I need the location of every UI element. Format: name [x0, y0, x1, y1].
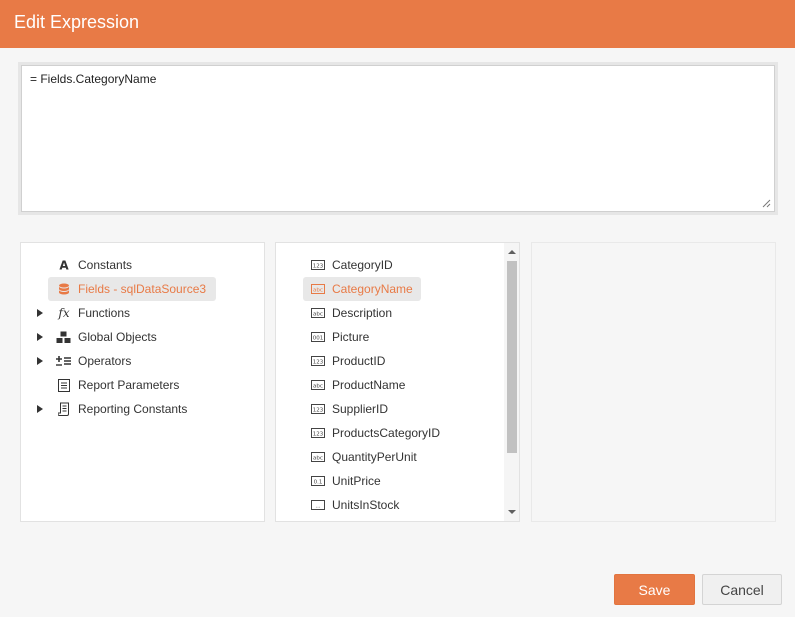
field-label: UnitsInStock — [332, 498, 400, 512]
fields-scrollbar[interactable] — [504, 243, 519, 521]
expand-arrow-icon[interactable] — [35, 397, 45, 421]
cancel-button[interactable]: Cancel — [702, 574, 782, 605]
svg-text:123: 123 — [313, 431, 324, 437]
tree-node-constants[interactable]: A Constants — [48, 253, 142, 277]
scrollbar-thumb[interactable] — [507, 261, 517, 453]
svg-text:001: 001 — [313, 335, 324, 341]
save-button[interactable]: Save — [614, 574, 695, 605]
field-label: ProductName — [332, 378, 406, 392]
cubes-icon — [56, 329, 72, 345]
field-node[interactable]: 123 ProductsCategoryID — [303, 421, 448, 445]
tree-item-label: Operators — [78, 354, 132, 368]
svg-text:...: ... — [315, 503, 320, 509]
operators-icon — [56, 353, 72, 369]
tree-node-report-parameters[interactable]: Report Parameters — [48, 373, 189, 397]
field-label: SupplierID — [332, 402, 389, 416]
binary-type-icon: 001 — [311, 332, 325, 342]
field-label: ProductsCategoryID — [332, 426, 441, 440]
dialog-title: Edit Expression — [14, 12, 140, 32]
svg-text:A: A — [59, 259, 69, 271]
svg-text:123: 123 — [313, 407, 324, 413]
svg-text:abc: abc — [313, 311, 323, 317]
text-type-icon: abc — [311, 284, 325, 294]
svg-text:abc: abc — [313, 383, 323, 389]
text-type-icon: abc — [311, 380, 325, 390]
expand-arrow-icon[interactable] — [35, 301, 45, 325]
tree-item-label: Global Objects — [78, 330, 157, 344]
tree-item-label: Constants — [78, 258, 133, 272]
field-label: Picture — [332, 330, 370, 344]
field-label: UnitPrice — [332, 474, 381, 488]
field-node[interactable]: 0.1 UnitPrice — [303, 469, 389, 493]
tree-node-global-objects[interactable]: Global Objects — [48, 325, 167, 349]
field-label: Description — [332, 306, 393, 320]
fx-icon: fx — [56, 305, 72, 321]
decimal-type-icon: 0.1 — [311, 476, 325, 486]
number-type-icon: 123 — [311, 260, 325, 270]
svg-text:abc: abc — [313, 287, 323, 293]
letter-a-icon: A — [56, 257, 72, 273]
tree-item-label: Fields - sqlDataSource3 — [78, 282, 207, 296]
description-panel — [531, 242, 776, 522]
field-node[interactable]: 123 ProductID — [303, 349, 393, 373]
tree-node-reporting-constants[interactable]: Reporting Constants — [48, 397, 197, 421]
scroll-up-arrow-icon[interactable] — [507, 247, 517, 257]
field-label: CategoryName — [332, 282, 413, 296]
expression-input[interactable]: = Fields.CategoryName — [21, 65, 775, 212]
number-type-icon: 123 — [311, 356, 325, 366]
dialog-titlebar: Edit Expression — [0, 0, 795, 48]
expand-arrow-icon[interactable] — [35, 325, 45, 349]
text-type-icon: abc — [311, 308, 325, 318]
field-node[interactable]: abc ProductName — [303, 373, 413, 397]
field-label: CategoryID — [332, 258, 393, 272]
number-type-icon: 123 — [311, 428, 325, 438]
other-type-icon: ... — [311, 500, 325, 510]
svg-text:abc: abc — [313, 455, 323, 461]
field-node[interactable]: abc CategoryName — [303, 277, 421, 301]
resize-grip-icon[interactable] — [762, 199, 771, 208]
text-type-icon: abc — [311, 452, 325, 462]
field-node[interactable]: abc QuantityPerUnit — [303, 445, 425, 469]
tree-item-label: Report Parameters — [78, 378, 180, 392]
expand-arrow-icon[interactable] — [35, 349, 45, 373]
field-node[interactable]: ... UnitsInStock — [303, 493, 407, 517]
tree-item-label: Functions — [78, 306, 131, 320]
field-node[interactable]: 123 CategoryID — [303, 253, 401, 277]
svg-text:123: 123 — [313, 263, 324, 269]
tree-node-functions[interactable]: fx Functions — [48, 301, 140, 325]
field-node[interactable]: 001 Picture — [303, 325, 377, 349]
parameters-icon — [56, 377, 72, 393]
number-type-icon: 123 — [311, 404, 325, 414]
field-node[interactable]: abc Description — [303, 301, 400, 325]
svg-text:123: 123 — [313, 359, 324, 365]
svg-text:fx: fx — [57, 306, 69, 320]
field-node[interactable]: 123 SupplierID — [303, 397, 396, 421]
scroll-icon — [56, 401, 72, 417]
category-tree-panel: A Constants Fields - sqlDataSource3 fx F… — [20, 242, 265, 522]
scroll-down-arrow-icon[interactable] — [507, 507, 517, 517]
field-label: ProductID — [332, 354, 386, 368]
tree-node-fields[interactable]: Fields - sqlDataSource3 — [48, 277, 217, 301]
field-label: QuantityPerUnit — [332, 450, 417, 464]
expression-editor-frame: = Fields.CategoryName — [18, 62, 778, 215]
tree-node-operators[interactable]: Operators — [48, 349, 141, 373]
tree-item-label: Reporting Constants — [78, 402, 188, 416]
svg-text:0.1: 0.1 — [314, 479, 323, 485]
fields-list-panel: 123 CategoryID abc CategoryName abc Desc… — [275, 242, 520, 522]
database-icon — [56, 281, 72, 297]
